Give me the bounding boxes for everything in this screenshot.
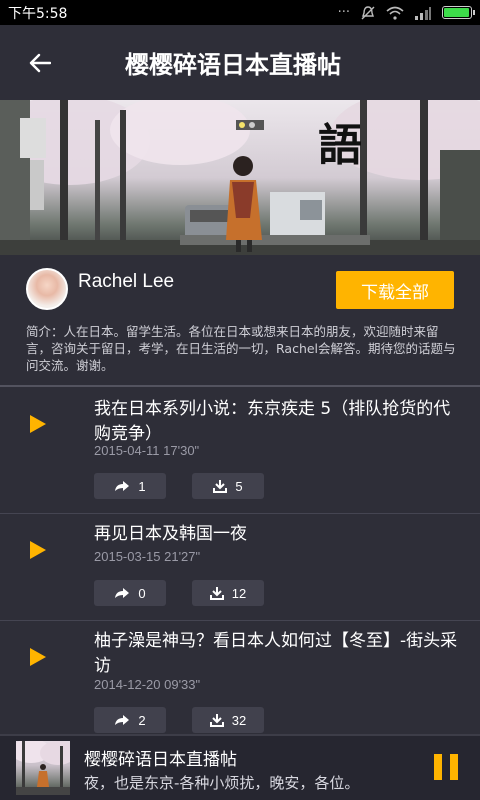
share-button[interactable]: 0 [94,580,166,606]
profile-section: Rachel Lee 下载全部 简介：人在日本。留学生活。各位在日本或想来日本的… [0,255,480,385]
avatar[interactable] [26,268,68,310]
play-icon[interactable] [30,541,46,559]
arrow-left-icon [29,53,51,72]
pause-icon[interactable] [434,754,458,780]
episode-item[interactable]: 再见日本及韩国一夜 2015-03-15 21'27" 0 12 [0,514,480,621]
episode-title: 我在日本系列小说：东京疾走 5（排队抢货的代购竞争） [94,399,451,444]
battery-level [444,8,469,17]
episode-item[interactable]: 柚子澡是神马？看日本人如何过【冬至】-街头采访 2014-12-20 09'33… [0,621,480,734]
play-icon[interactable] [30,415,46,433]
mute-icon [361,5,375,19]
download-count: 32 [231,712,247,728]
episode-date: 2015-04-11 17'30" [94,443,200,458]
episode-item[interactable]: 我在日本系列小说：东京疾走 5（排队抢货的代购竞争） 2015-04-11 17… [0,387,480,514]
share-count: 1 [138,478,146,494]
status-bar: 下午5:58 ··· [0,0,480,25]
episode-title: 柚子澡是神马？看日本人如何过【冬至】-街头采访 [94,631,458,676]
play-icon[interactable] [30,648,46,666]
share-button[interactable]: 2 [94,707,166,733]
share-count: 2 [138,712,146,728]
episode-date: 2015-03-15 21'27" [94,549,201,564]
player-title: 樱樱碎语日本直播帖 [84,750,237,770]
signal-icon [415,6,431,20]
banner-logo-text: 語 [318,120,362,171]
intro-text: 简介：人在日本。留学生活。各位在日本或想来日本的朋友，欢迎随时来留言，咨询关于留… [26,324,456,373]
banner-image: 語 [0,100,480,255]
episode-date: 2014-12-20 09'33" [94,677,201,692]
download-button[interactable]: 12 [192,580,264,606]
share-icon [115,715,130,725]
back-button[interactable] [0,25,80,100]
status-time: 下午5:58 [8,5,68,22]
download-count: 12 [231,585,247,601]
wifi-icon [386,6,404,20]
download-icon [209,714,224,727]
dots-icon: ··· [337,5,350,20]
download-button[interactable]: 5 [192,473,264,499]
mini-player[interactable]: 樱樱碎语日本直播帖 夜，也是东京-各种小烦扰，晚安，各位。 [0,734,480,800]
download-all-button[interactable]: 下载全部 [336,271,454,309]
banner-scene: 語 [0,100,480,255]
share-icon [115,588,130,598]
download-count: 5 [235,478,243,494]
thumbnail-scene [16,741,70,795]
player-thumbnail [16,741,70,795]
episode-title: 再见日本及韩国一夜 [94,524,247,544]
page-title: 樱樱碎语日本直播帖 [125,51,341,79]
app-bar: 樱樱碎语日本直播帖 [0,25,480,100]
download-icon [209,587,224,600]
episode-list: 我在日本系列小说：东京疾走 5（排队抢货的代购竞争） 2015-04-11 17… [0,387,480,734]
download-button[interactable]: 32 [192,707,264,733]
share-icon [115,481,130,491]
author-name: Rachel Lee [78,271,175,292]
status-icons: ··· [337,5,475,21]
battery-icon [442,6,475,19]
share-button[interactable]: 1 [94,473,166,499]
download-icon [213,480,228,493]
share-count: 0 [138,585,146,601]
player-subtitle: 夜，也是东京-各种小烦扰，晚安，各位。 [84,774,360,792]
